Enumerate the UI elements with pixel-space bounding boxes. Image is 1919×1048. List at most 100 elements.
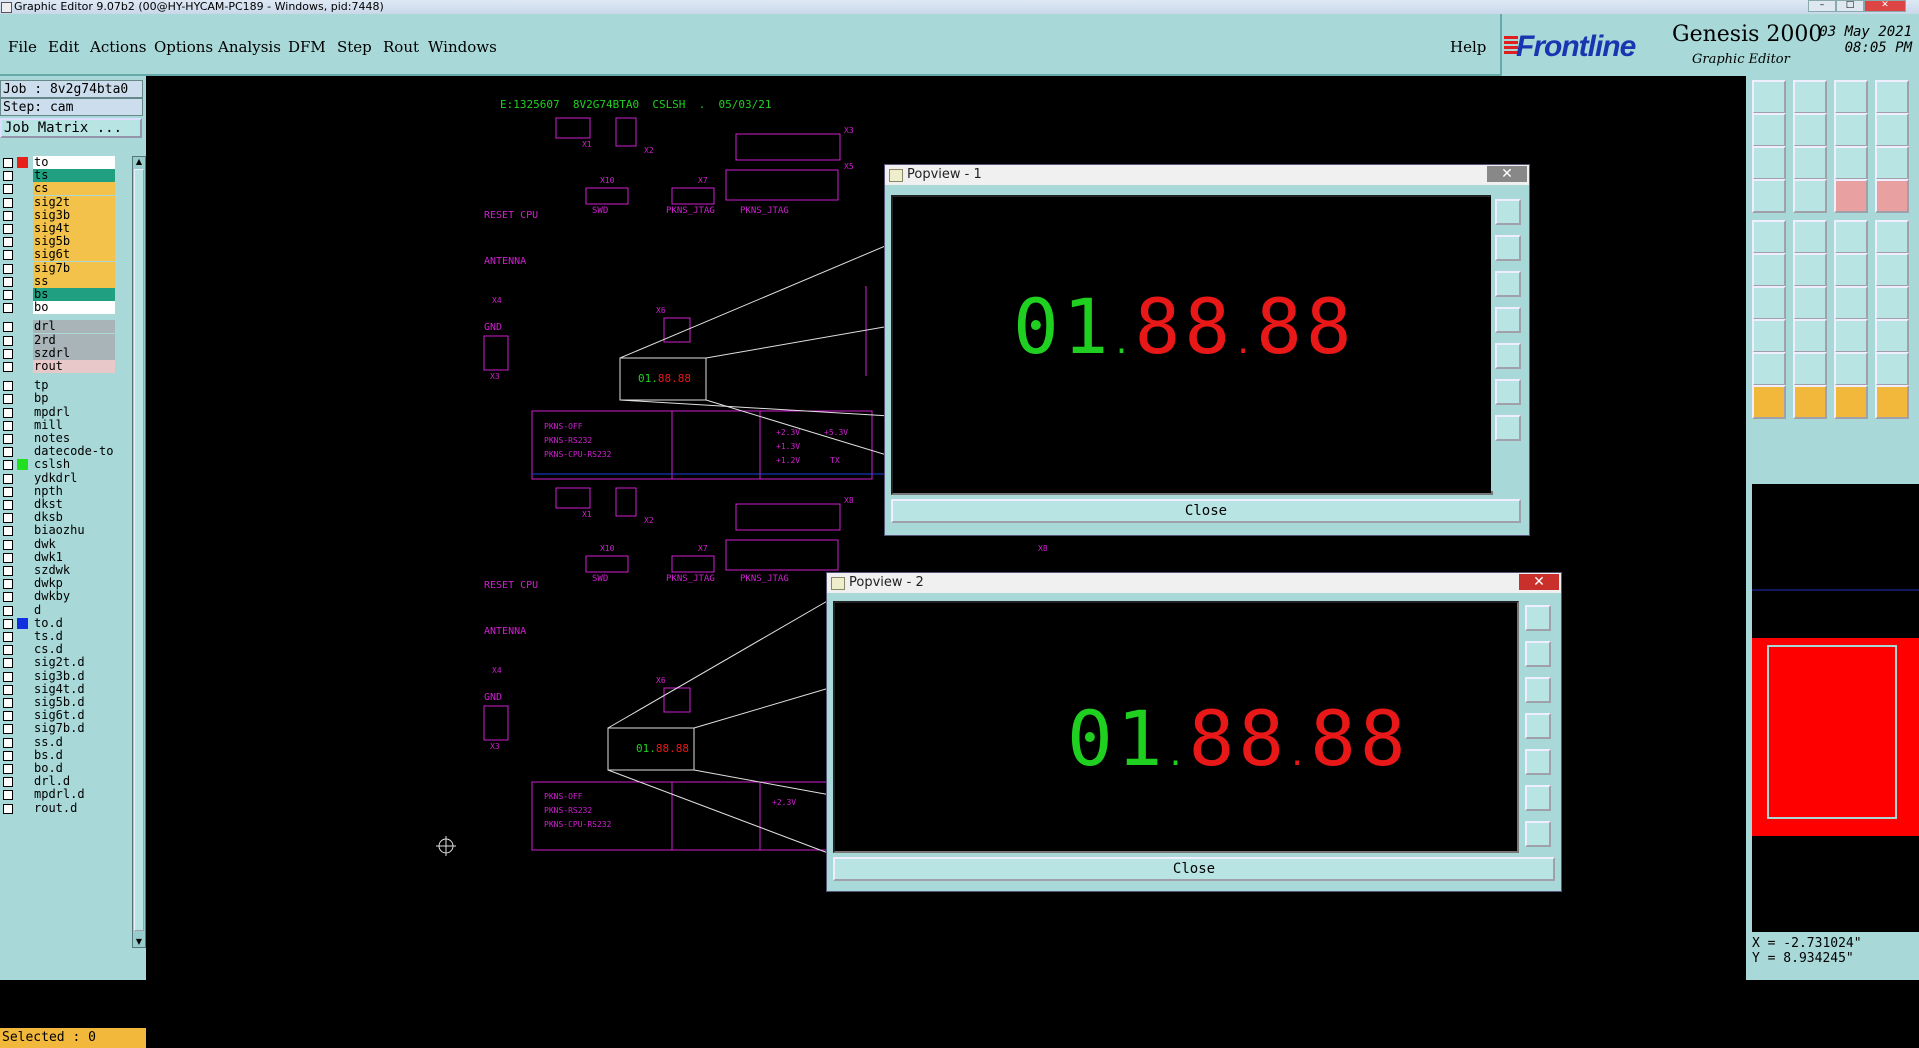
window-icon[interactable] bbox=[1875, 80, 1909, 114]
layer-checkbox[interactable] bbox=[3, 658, 13, 669]
layer-checkbox[interactable] bbox=[3, 335, 13, 346]
layer-name[interactable]: to.d bbox=[33, 616, 115, 630]
layer-checkbox[interactable] bbox=[3, 362, 13, 372]
cut-icon[interactable] bbox=[1793, 220, 1827, 254]
layer-name[interactable]: sig2t.d bbox=[33, 656, 115, 670]
triangle-icon[interactable] bbox=[1793, 352, 1827, 386]
menu-analysis[interactable]: Analysis bbox=[218, 38, 281, 56]
layer-row[interactable]: rout.d bbox=[0, 801, 118, 816]
pv-pan-left-icon[interactable] bbox=[1495, 307, 1521, 333]
layer-name[interactable]: bp bbox=[33, 392, 115, 406]
dimension-icon[interactable] bbox=[1875, 352, 1909, 386]
pv2-center-icon[interactable] bbox=[1525, 821, 1551, 847]
layer-checkbox[interactable] bbox=[3, 579, 13, 590]
fit-icon[interactable] bbox=[1752, 146, 1786, 180]
layer-checkbox[interactable] bbox=[3, 684, 13, 695]
export-icon[interactable] bbox=[1793, 113, 1827, 147]
popview-1-screen[interactable]: 01.88.88 bbox=[891, 195, 1493, 495]
measure-icon[interactable] bbox=[1875, 179, 1909, 213]
layer-row[interactable]: to bbox=[0, 156, 118, 170]
minimize-icon[interactable]: – bbox=[1808, 0, 1836, 12]
popview-1-titlebar[interactable]: Popview - 1 bbox=[885, 165, 1529, 185]
layer-name[interactable]: sig2t bbox=[33, 195, 115, 209]
layer-name[interactable]: szdwk bbox=[33, 564, 115, 577]
layer-name[interactable]: rout.d bbox=[33, 801, 115, 815]
layer-name[interactable]: biaozhu bbox=[33, 524, 115, 538]
popview-2-screen[interactable]: 01.88.88 bbox=[833, 601, 1519, 853]
layer-name[interactable]: sig3b bbox=[33, 208, 115, 222]
layer-checkbox[interactable] bbox=[3, 737, 13, 748]
layer-checkbox[interactable] bbox=[3, 184, 13, 195]
mini-map[interactable] bbox=[1752, 484, 1919, 932]
line-icon[interactable] bbox=[1793, 286, 1827, 320]
layer-checkbox[interactable] bbox=[3, 394, 13, 405]
layer-name[interactable]: ts bbox=[33, 169, 115, 183]
menu-dfm[interactable]: DFM bbox=[288, 38, 326, 56]
layer-name[interactable]: 2rd bbox=[33, 333, 115, 347]
layer-name[interactable]: sig6t.d bbox=[33, 709, 115, 723]
layer-name[interactable]: dwk bbox=[33, 537, 115, 551]
draw-icon[interactable] bbox=[1752, 179, 1786, 213]
layer-checkbox[interactable] bbox=[3, 250, 13, 261]
layer-checkbox[interactable] bbox=[3, 711, 13, 722]
layer-name[interactable]: dksb bbox=[33, 511, 115, 525]
pv-center-icon[interactable] bbox=[1495, 415, 1521, 441]
layer-checkbox[interactable] bbox=[3, 539, 13, 550]
pad-icon[interactable] bbox=[1793, 179, 1827, 213]
layer-checkbox[interactable] bbox=[3, 447, 13, 458]
select-box-icon[interactable] bbox=[1834, 385, 1868, 419]
layer-name[interactable]: sig7b.d bbox=[33, 722, 115, 736]
layer-checkbox[interactable] bbox=[3, 566, 13, 576]
layer-name[interactable]: mill bbox=[33, 418, 115, 432]
layer-checkbox[interactable] bbox=[3, 526, 13, 537]
layer-checkbox[interactable] bbox=[3, 210, 13, 221]
layer-name[interactable]: ss bbox=[33, 274, 115, 288]
layer-name[interactable]: ts.d bbox=[33, 630, 115, 643]
scroll-up-icon[interactable]: ▲ bbox=[134, 157, 144, 167]
menu-help[interactable]: Help bbox=[1450, 38, 1486, 56]
layer-name[interactable]: mpdrl bbox=[33, 405, 115, 419]
snap-icon[interactable] bbox=[1834, 179, 1868, 213]
layer-name[interactable]: bo.d bbox=[33, 762, 115, 775]
layer-name[interactable]: szdrl bbox=[33, 346, 115, 360]
layer-checkbox[interactable] bbox=[3, 552, 13, 563]
popview-1-close-icon[interactable]: ✕ bbox=[1487, 166, 1527, 182]
layer-checkbox[interactable] bbox=[3, 592, 13, 603]
polygon-icon[interactable] bbox=[1752, 352, 1786, 386]
layer-row[interactable]: drl bbox=[0, 320, 118, 334]
home-icon[interactable] bbox=[1834, 80, 1868, 114]
group-icon[interactable] bbox=[1875, 319, 1909, 353]
layer-name[interactable]: dwk1 bbox=[33, 550, 115, 564]
layer-checkbox[interactable] bbox=[3, 303, 13, 314]
layer-checkbox[interactable] bbox=[3, 750, 13, 761]
layer-row[interactable]: sig7b bbox=[0, 261, 118, 276]
pv-pan-right-icon[interactable] bbox=[1495, 343, 1521, 369]
layer-checkbox[interactable] bbox=[3, 618, 13, 629]
popview-2-titlebar[interactable]: Popview - 2 bbox=[827, 573, 1561, 593]
layer-name[interactable]: bs.d bbox=[33, 748, 115, 762]
help-icon[interactable] bbox=[1875, 146, 1909, 180]
layer-name[interactable]: sig5b.d bbox=[33, 696, 115, 709]
scale-icon[interactable] bbox=[1834, 146, 1868, 180]
text-icon[interactable] bbox=[1875, 286, 1909, 320]
layer-name[interactable]: cslsh bbox=[33, 458, 115, 472]
layer-name[interactable]: drl bbox=[33, 320, 115, 334]
layer-checkbox[interactable] bbox=[3, 348, 13, 359]
layer-name[interactable]: bo bbox=[33, 301, 115, 315]
layer-checkbox[interactable] bbox=[3, 473, 13, 484]
layer-checkbox[interactable] bbox=[3, 263, 13, 274]
layer-checkbox[interactable] bbox=[3, 605, 13, 616]
layer-name[interactable]: sig6t bbox=[33, 248, 115, 262]
layer-row[interactable]: bs bbox=[0, 288, 118, 302]
layer-checkbox[interactable] bbox=[3, 803, 13, 814]
layer-name[interactable]: d bbox=[33, 603, 115, 617]
layer-checkbox[interactable] bbox=[3, 513, 13, 524]
layer-checkbox[interactable] bbox=[3, 420, 13, 431]
layer-name[interactable]: sig4t.d bbox=[33, 682, 115, 696]
layer-row[interactable]: bo bbox=[0, 301, 118, 315]
net-icon[interactable] bbox=[1752, 253, 1786, 287]
scroll-down-icon[interactable]: ▼ bbox=[134, 937, 144, 947]
layer-checkbox[interactable] bbox=[3, 698, 13, 708]
load-icon[interactable] bbox=[1752, 80, 1786, 114]
layer-name[interactable]: cs.d bbox=[33, 643, 115, 657]
